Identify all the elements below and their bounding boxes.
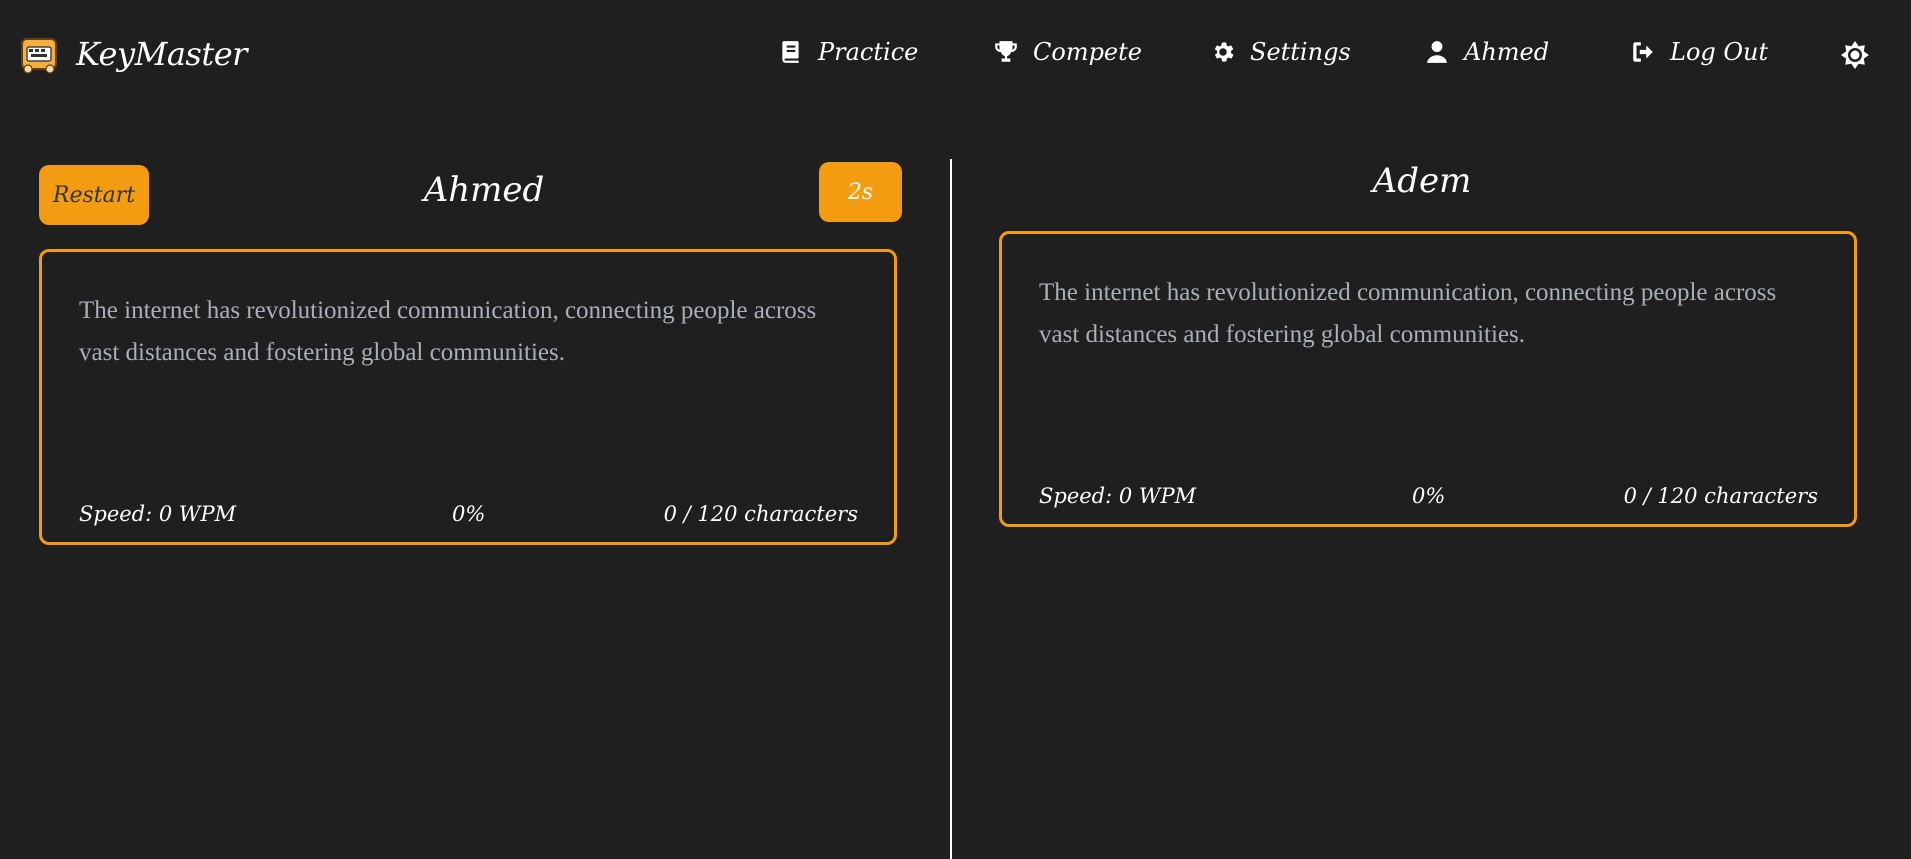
brand-name: KeyMaster <box>76 35 247 73</box>
nav-settings[interactable]: Settings <box>1210 38 1351 66</box>
restart-button[interactable]: Restart <box>39 165 149 225</box>
keyboard-logo-icon <box>18 33 60 75</box>
theme-toggle-button[interactable] <box>1838 40 1872 74</box>
local-progress: 0% <box>452 502 486 526</box>
nav-practice-label: Practice <box>818 38 919 66</box>
nav-compete[interactable]: Compete <box>993 38 1142 66</box>
local-typing-area[interactable]: The internet has revolutionized communic… <box>39 249 897 545</box>
nav-user[interactable]: Ahmed <box>1424 38 1549 66</box>
opponent-name: Adem <box>1372 161 1472 201</box>
sun-icon <box>1841 41 1869 69</box>
nav-logout[interactable]: Log Out <box>1630 38 1768 66</box>
opponent-typing-area: The internet has revolutionized communic… <box>999 231 1857 527</box>
local-passage-text: The internet has revolutionized communic… <box>79 297 817 366</box>
nav-compete-label: Compete <box>1033 38 1142 66</box>
panel-divider <box>950 159 952 859</box>
opponent-passage-text: The internet has revolutionized communic… <box>1039 279 1777 348</box>
logout-icon <box>1633 42 1653 62</box>
brand[interactable]: KeyMaster <box>18 33 247 75</box>
user-icon <box>1427 41 1447 63</box>
trophy-icon <box>995 41 1017 62</box>
opponent-speed: Speed: 0 WPM <box>1039 484 1197 508</box>
book-icon <box>782 41 799 63</box>
opponent-progress: 0% <box>1412 484 1446 508</box>
nav-logout-label: Log Out <box>1670 38 1769 66</box>
local-speed: Speed: 0 WPM <box>79 502 237 526</box>
opponent-char-count: 0 / 120 characters <box>1623 484 1818 508</box>
local-char-count: 0 / 120 characters <box>663 502 858 526</box>
local-player-name: Ahmed <box>423 170 545 210</box>
navbar: KeyMaster Practice Compete Settings Ahme… <box>0 0 1911 110</box>
nav-user-label: Ahmed <box>1464 38 1550 66</box>
nav-practice[interactable]: Practice <box>778 38 918 66</box>
nav-settings-label: Settings <box>1250 38 1351 66</box>
timer-badge: 2s <box>819 162 902 222</box>
gear-icon <box>1214 42 1234 62</box>
